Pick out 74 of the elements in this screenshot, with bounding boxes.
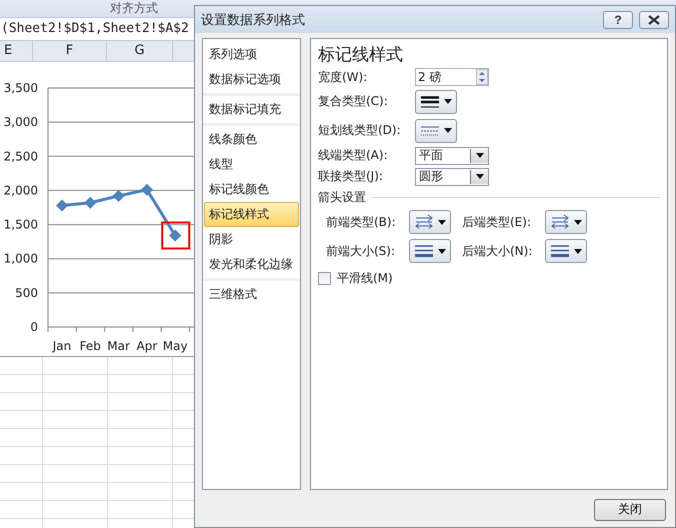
category-item[interactable]: 阴影 <box>204 227 299 252</box>
caret-icon <box>574 220 582 224</box>
checkbox[interactable] <box>318 272 331 285</box>
axis-tick-label: 1,500 <box>4 218 38 232</box>
close-icon <box>648 14 660 24</box>
width-spinner[interactable]: 2 磅 <box>415 68 489 86</box>
field-label: 宽度(W): <box>318 68 368 86</box>
field-label: 后端类型(E): <box>462 214 532 230</box>
dialog-title: 设置数据系列格式 <box>201 12 306 28</box>
double-arrow-icon <box>550 214 570 230</box>
axis-category-label: Mar <box>107 339 130 353</box>
column-header[interactable]: G <box>107 41 173 61</box>
compound-line-icon <box>420 94 440 108</box>
line-weights-icon <box>414 244 434 258</box>
help-button[interactable]: ? <box>603 10 633 28</box>
axis-category-label: Jan <box>52 339 72 353</box>
axis-tick-label: 2,000 <box>4 183 38 198</box>
checkbox-label: 平滑线(M) <box>337 270 393 287</box>
arrow-dropdown[interactable] <box>545 239 587 263</box>
axis-tick-label: 500 <box>15 286 38 300</box>
field-label: 短划线类型(D): <box>318 122 402 139</box>
style-dropdown[interactable] <box>415 90 457 114</box>
panel-heading: 标记线样式 <box>318 44 404 66</box>
dash-line-icon <box>420 124 440 136</box>
data-point <box>84 196 96 209</box>
category-item[interactable]: 系列选项 <box>204 42 299 67</box>
field-label: 前端类型(B): <box>326 214 397 230</box>
field-label: 后端大小(N): <box>462 242 534 260</box>
dropdown-field[interactable]: 平面 <box>415 146 489 164</box>
axis-category-label: Feb <box>80 339 101 353</box>
arrow-dropdown[interactable] <box>409 239 451 263</box>
spin-arrows-icon <box>476 69 488 85</box>
close-button[interactable] <box>639 10 669 28</box>
category-item[interactable]: 线条颜色 <box>204 127 299 152</box>
data-point <box>169 230 182 242</box>
category-item[interactable]: 标记线样式 <box>204 202 299 227</box>
section-title: 箭头设置 <box>318 189 366 206</box>
axis-tick-label: 1,000 <box>4 252 38 266</box>
axis-tick-label: 0 <box>30 320 38 334</box>
axis-category-label: May <box>162 339 188 353</box>
category-item[interactable]: 数据标记选项 <box>204 67 299 92</box>
arrow-dropdown[interactable] <box>409 210 451 234</box>
double-arrow-icon <box>414 214 434 230</box>
arrow-dropdown[interactable] <box>545 210 587 234</box>
axis-category-label: Apr <box>136 339 158 353</box>
field-label: 线端类型(A): <box>318 147 389 164</box>
caret-icon <box>438 248 446 254</box>
column-header[interactable]: F <box>33 41 107 61</box>
field-label: 前端大小(S): <box>326 242 396 260</box>
category-item[interactable]: 数据标记填充 <box>204 97 299 122</box>
caret-icon <box>438 220 446 224</box>
dropdown-field[interactable]: 圆形 <box>415 168 489 186</box>
highlight-box <box>161 222 190 250</box>
data-point <box>56 199 68 212</box>
column-header[interactable]: E <box>0 41 33 61</box>
axis-tick-label: 2,500 <box>4 149 38 164</box>
caret-icon <box>444 99 452 104</box>
category-item[interactable]: 三维格式 <box>204 282 299 307</box>
caret-icon <box>444 128 452 133</box>
field-label: 联接类型(J): <box>318 168 384 185</box>
caret-icon <box>574 248 582 254</box>
axis-tick-label: 3,500 <box>4 81 38 95</box>
axis-tick-label: 3,000 <box>4 115 38 130</box>
ribbon-group-label: 对齐方式 <box>109 0 159 17</box>
caret-icon <box>476 153 484 158</box>
line-weights-icon <box>550 244 570 258</box>
category-item[interactable]: 标记线颜色 <box>204 177 299 202</box>
caret-icon <box>476 174 484 179</box>
data-point <box>112 190 125 202</box>
category-item[interactable]: 线型 <box>204 152 299 177</box>
data-point <box>140 184 153 196</box>
category-item[interactable]: 发光和柔化边缘 <box>204 252 299 277</box>
close-dialog-button[interactable]: 关闭 <box>594 498 666 520</box>
field-label: 复合类型(C): <box>318 93 389 110</box>
